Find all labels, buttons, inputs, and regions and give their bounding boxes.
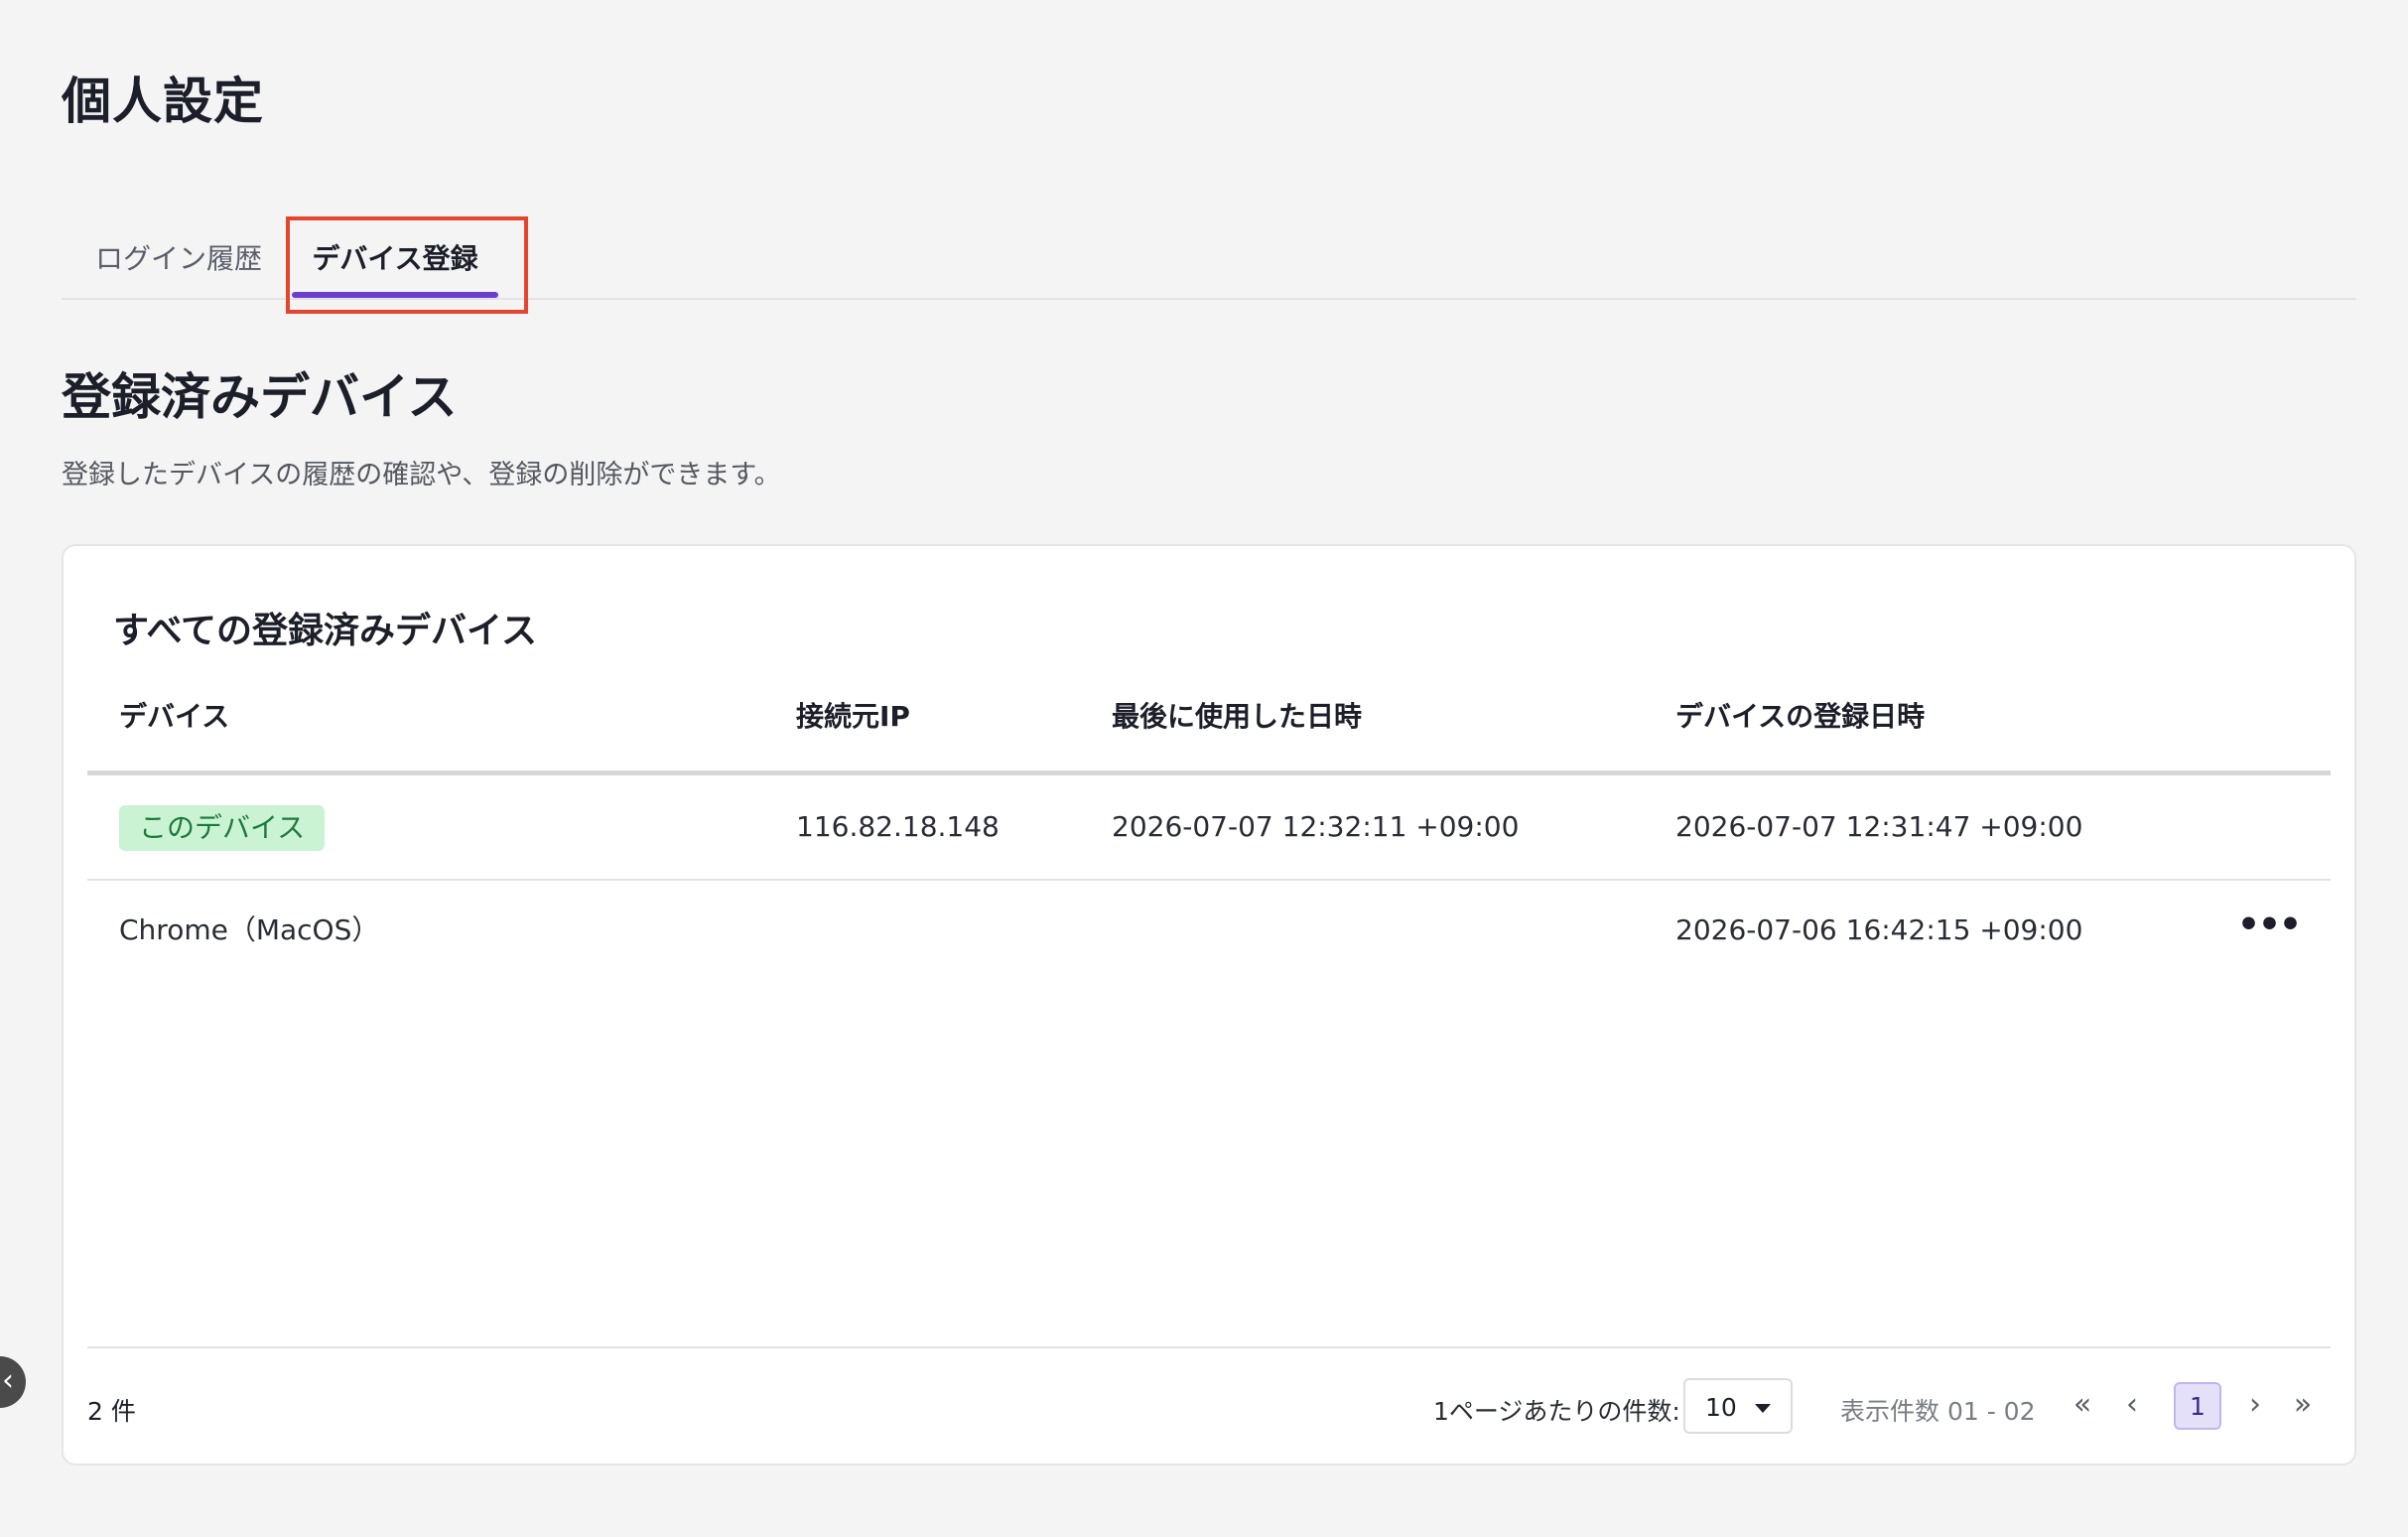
current-device-badge: このデバイス xyxy=(119,805,326,851)
per-page-value: 10 xyxy=(1705,1393,1737,1422)
last-used-cell: 2026-07-07 12:32:11 +09:00 xyxy=(1112,810,1520,843)
section-description: 登録したデバイスの履歴の確認や、登録の削除ができます。 xyxy=(62,460,781,490)
chevron-left-icon[interactable]: ‹ xyxy=(2112,1378,2152,1434)
total-count: 2 件 xyxy=(87,1397,136,1426)
tab-device-registration[interactable]: デバイス登録 xyxy=(292,218,498,298)
per-page-label: 1ページあたりの件数: xyxy=(1433,1397,1680,1426)
column-header-last-used: 最後に使用した日時 xyxy=(1112,700,1363,733)
device-cell: Chrome（MacOS） xyxy=(119,913,380,946)
device-cell: このデバイス xyxy=(119,775,326,879)
card-title: すべての登録済みデバイス xyxy=(113,611,537,651)
active-tab-indicator xyxy=(292,292,498,298)
more-horizontal-icon[interactable]: ••• xyxy=(2237,908,2302,952)
chevron-right-icon[interactable]: › xyxy=(2235,1378,2275,1434)
footer-divider xyxy=(87,1346,2331,1348)
tab-label: デバイス登録 xyxy=(312,242,478,275)
double-chevron-left-icon[interactable]: « xyxy=(2063,1378,2102,1434)
tab-bar: ログイン履歴 デバイス登録 xyxy=(62,218,2356,300)
devices-card: すべての登録済みデバイス デバイス 接続元IP 最後に使用した日時 デバイスの登… xyxy=(62,544,2356,1466)
tab-label: ログイン履歴 xyxy=(94,242,262,275)
registered-cell: 2026-07-07 12:31:47 +09:00 xyxy=(1675,810,2083,843)
column-header-ip: 接続元IP xyxy=(796,700,910,733)
page-title: 個人設定 xyxy=(62,72,264,130)
registered-cell: 2026-07-06 16:42:15 +09:00 xyxy=(1675,913,2083,946)
column-header-registered: デバイスの登録日時 xyxy=(1675,700,1926,733)
display-range: 表示件数 01 - 02 xyxy=(1840,1397,2036,1426)
section-title: 登録済みデバイス xyxy=(62,368,458,426)
caret-down-icon xyxy=(1755,1404,1771,1413)
chevron-left-icon: ‹ xyxy=(2,1363,14,1398)
table-row: Chrome（MacOS） 2026-07-06 16:42:15 +09:00… xyxy=(87,879,2331,982)
page-number-button[interactable]: 1 xyxy=(2174,1382,2221,1430)
sidebar-toggle-handle[interactable]: ‹ xyxy=(0,1356,26,1408)
per-page-select[interactable]: 10 xyxy=(1683,1378,1793,1434)
tab-login-history[interactable]: ログイン履歴 xyxy=(89,218,268,298)
table-row: このデバイス 116.82.18.148 2026-07-07 12:32:11… xyxy=(87,775,2331,881)
column-header-device: デバイス xyxy=(119,700,230,733)
ip-cell: 116.82.18.148 xyxy=(796,810,1000,843)
double-chevron-right-icon[interactable]: » xyxy=(2281,1378,2325,1434)
